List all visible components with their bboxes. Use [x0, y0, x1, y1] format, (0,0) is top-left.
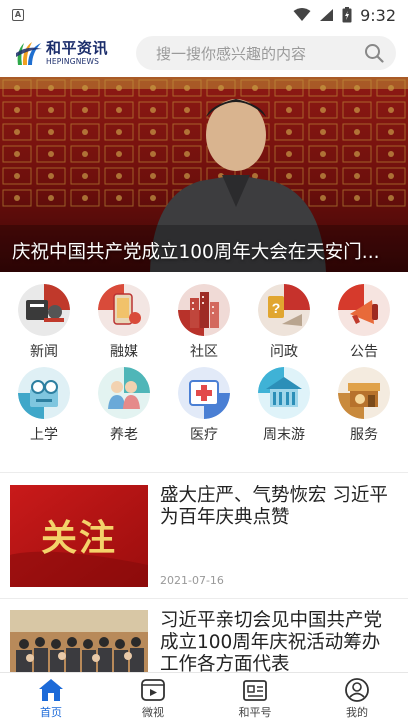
battery-icon	[342, 7, 352, 23]
news-icon[interactable]	[18, 284, 70, 336]
announcement-icon[interactable]	[338, 284, 390, 336]
category-elderly-care[interactable]: 养老	[84, 367, 164, 444]
news-item[interactable]: 习近平亲切会见中国共产党成立100周年庆祝活动筹办工作各方面代表	[10, 610, 398, 672]
tab-label: 微视	[142, 706, 164, 719]
category-label: 服务	[350, 427, 378, 443]
category-row: 新闻 融媒 社区 ? 问政 公告	[0, 284, 408, 361]
community-icon[interactable]	[178, 284, 230, 336]
category-label: 融媒	[110, 344, 138, 360]
news-thumbnail-text: 关注	[40, 517, 117, 559]
category-announcement[interactable]: 公告	[324, 284, 404, 361]
medical-icon[interactable]	[178, 367, 230, 419]
app-screen: A 9:32 和平资讯 HEPINGNEWS 搜一搜你感兴趣的内容 庆祝中国共产…	[0, 0, 408, 724]
news-item[interactable]: 关注 盛大庄严、气势恢宏 习近平为百年庆典点赞 2021-07-16	[10, 485, 398, 587]
category-news[interactable]: 新闻	[4, 284, 84, 361]
home-icon[interactable]	[38, 678, 64, 702]
category-label: 公告	[350, 344, 378, 360]
tab-label: 和平号	[238, 706, 272, 719]
news-divider	[0, 598, 408, 599]
logo: 和平资讯 HEPINGNEWS	[14, 39, 126, 67]
news-thumbnail-image	[10, 610, 148, 672]
wifi-icon	[293, 8, 311, 21]
search-box[interactable]: 搜一搜你感兴趣的内容	[136, 36, 396, 70]
category-service[interactable]: 服务	[324, 367, 404, 444]
signal-icon	[320, 9, 334, 21]
tab-label: 我的	[346, 706, 368, 719]
tab-home[interactable]: 首页	[0, 673, 102, 724]
news-title[interactable]: 习近平亲切会见中国共产党成立100周年庆祝活动筹办工作各方面代表	[160, 610, 398, 672]
logo-mark-icon	[16, 42, 42, 65]
status-bar: A 9:32	[0, 0, 408, 30]
category-school[interactable]: 上学	[4, 367, 84, 444]
tab-video[interactable]: 微视	[102, 673, 204, 724]
section-divider	[0, 472, 408, 473]
svg-text:?: ?	[272, 300, 281, 316]
hero-banner[interactable]: 庆祝中国共产党成立100周年大会在天安门...	[0, 77, 408, 272]
app-notification-icon: A	[12, 9, 24, 21]
video-icon[interactable]	[140, 678, 166, 702]
category-grid: 新闻 融媒 社区 ? 问政 公告 上学 养老 医疗 周末游 服务	[0, 284, 408, 466]
category-media[interactable]: 融媒	[84, 284, 164, 361]
news-thumbnail[interactable]	[10, 610, 148, 672]
category-community[interactable]: 社区	[164, 284, 244, 361]
tab-account[interactable]: 和平号	[204, 673, 306, 724]
category-label: 新闻	[30, 344, 58, 360]
service-icon[interactable]	[338, 367, 390, 419]
profile-icon[interactable]	[344, 678, 370, 702]
bottom-tab-bar: 首页 微视 和平号 我的	[0, 672, 408, 724]
news-title[interactable]: 盛大庄严、气势恢宏 习近平为百年庆典点赞	[160, 485, 398, 529]
news-thumbnail[interactable]: 关注	[10, 485, 148, 587]
logo-title: 和平资讯	[46, 39, 109, 57]
status-time: 9:32	[360, 5, 396, 25]
school-icon[interactable]	[18, 367, 70, 419]
search-input[interactable]: 搜一搜你感兴趣的内容	[156, 43, 364, 64]
category-label: 养老	[110, 427, 138, 443]
category-row: 上学 养老 医疗 周末游 服务	[0, 367, 408, 444]
account-card-icon[interactable]	[242, 678, 268, 702]
category-label: 周末游	[263, 427, 305, 443]
elderly-care-icon[interactable]	[98, 367, 150, 419]
category-weekend-travel[interactable]: 周末游	[244, 367, 324, 444]
news-date: 2021-07-16	[160, 574, 224, 587]
category-label: 医疗	[190, 427, 218, 443]
category-inquiry[interactable]: ? 问政	[244, 284, 324, 361]
category-label: 上学	[30, 427, 58, 443]
category-medical[interactable]: 医疗	[164, 367, 244, 444]
tab-profile[interactable]: 我的	[306, 673, 408, 724]
category-label: 社区	[190, 344, 218, 360]
logo-subtitle: HEPINGNEWS	[46, 57, 100, 66]
weekend-travel-icon[interactable]	[258, 367, 310, 419]
category-label: 问政	[270, 344, 298, 360]
hero-caption[interactable]: 庆祝中国共产党成立100周年大会在天安门...	[12, 238, 396, 264]
media-icon[interactable]	[98, 284, 150, 336]
header: 和平资讯 HEPINGNEWS 搜一搜你感兴趣的内容	[0, 30, 408, 76]
tab-label: 首页	[40, 706, 62, 719]
inquiry-icon[interactable]: ?	[258, 284, 310, 336]
search-icon[interactable]	[364, 43, 384, 63]
